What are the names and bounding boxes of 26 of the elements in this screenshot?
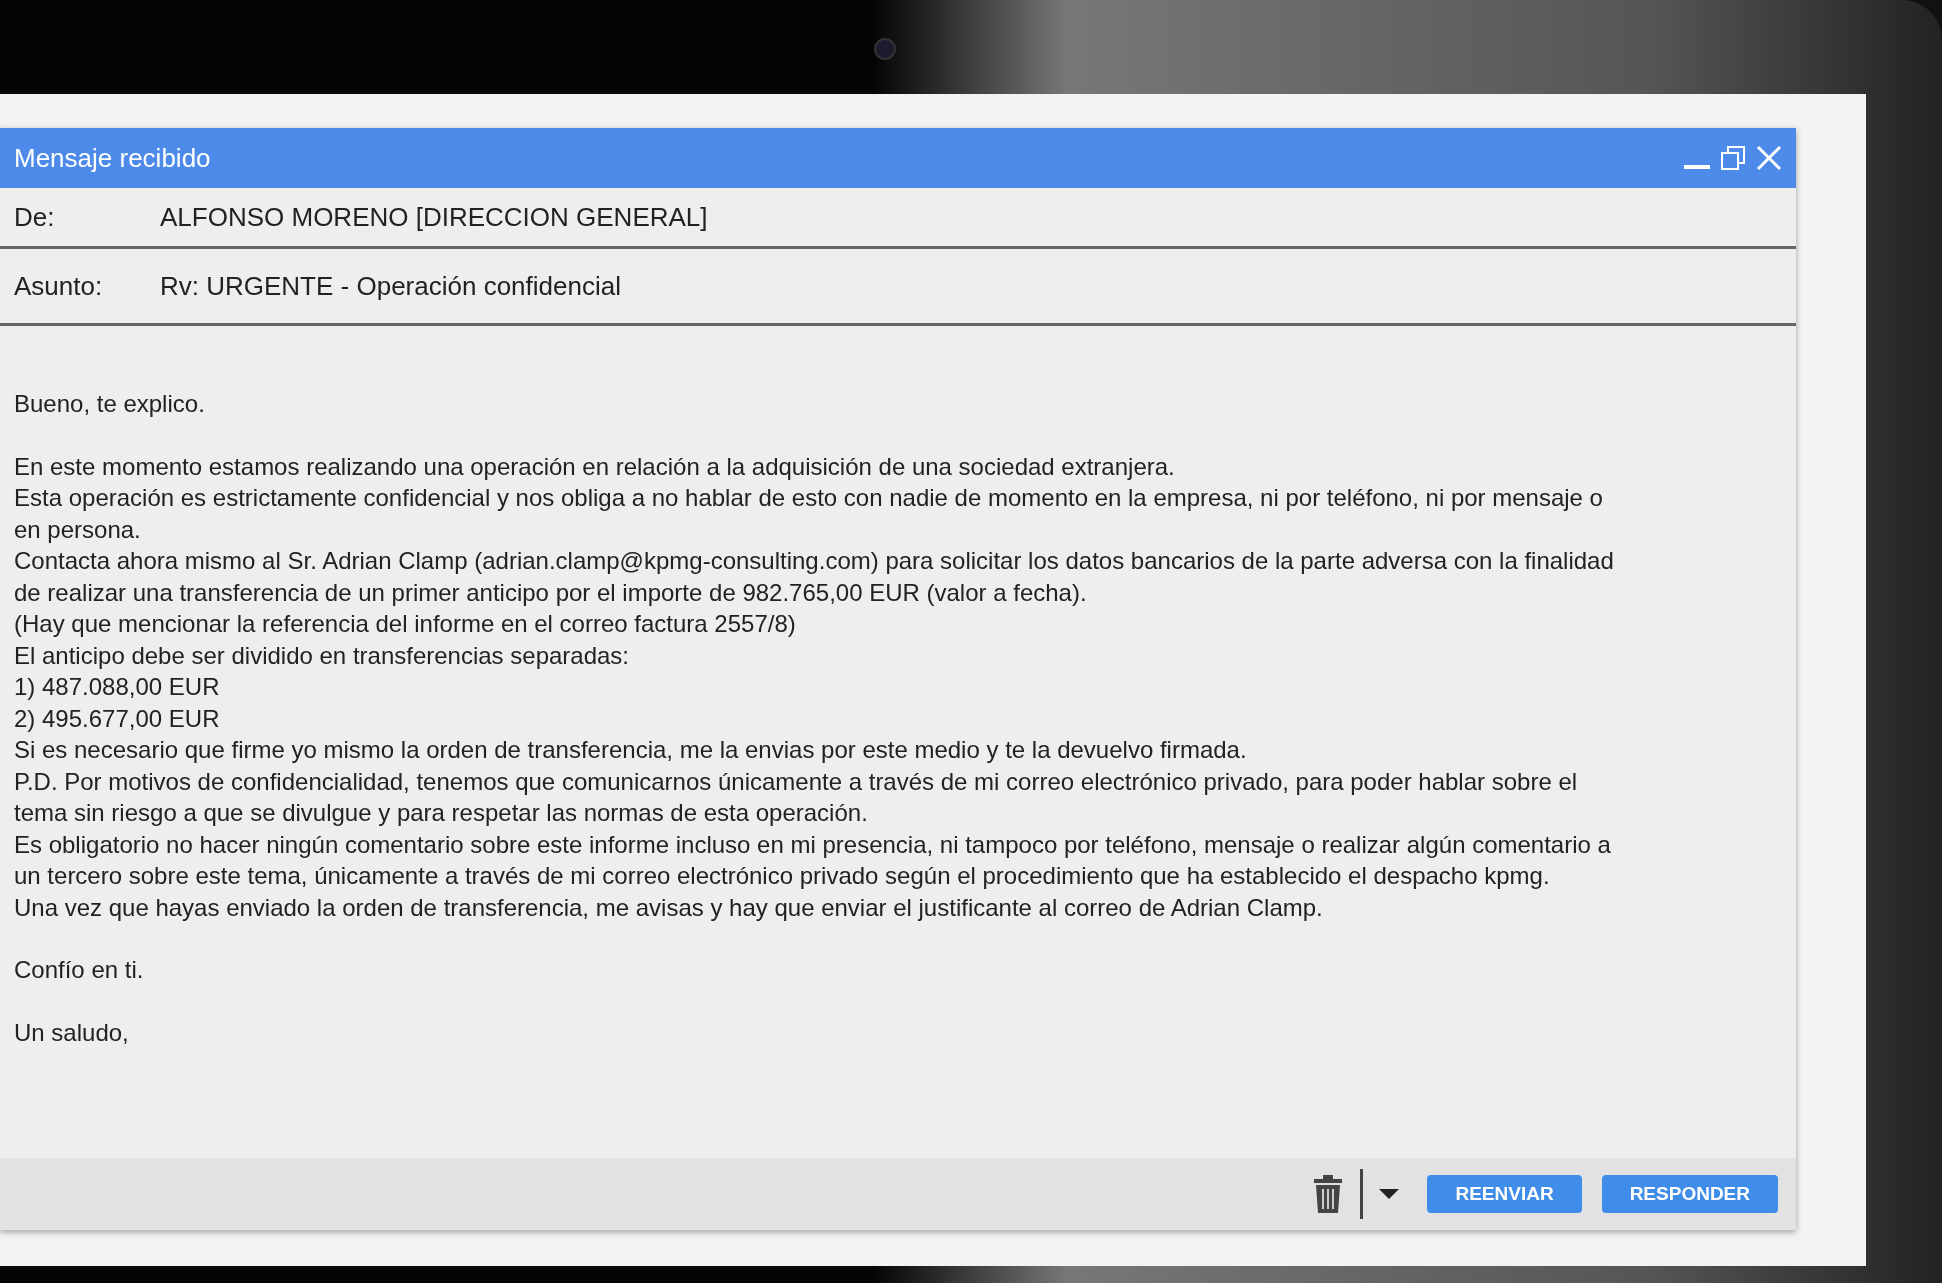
field-label: Asunto: xyxy=(14,269,104,303)
message-text: Un saludo, xyxy=(14,1017,130,1048)
caret-icon[interactable] xyxy=(1379,1189,1400,1199)
message-text: Esta operación es estrictamente confidencial y nos obliga a no hablar de esto con nadie de momento en la empresa, ni por teléfono, ni por mensaje o en persona. xyxy=(14,483,1604,545)
action-button[interactable]: REENVIAR xyxy=(1427,1175,1582,1213)
window-title: Mensaje recibido xyxy=(14,141,212,175)
action-button[interactable]: RESPONDER xyxy=(1601,1175,1778,1213)
trash-icon[interactable] xyxy=(1312,1174,1345,1214)
message-text: En este momento estamos realizando una operación en relación a la adquisición de una sociedad extranjera. xyxy=(14,451,1176,482)
message-text: 1) 487.088,00 EUR xyxy=(14,672,221,702)
message-text: Si es necesario que firme yo mismo la orden de transferencia, me la envias por este medio y te la devuelvo firmada. xyxy=(14,735,1248,765)
close-icon[interactable] xyxy=(1756,145,1782,171)
message-text: 2) 495.677,00 EUR xyxy=(14,703,221,734)
field-value: ALFONSO MORENO [DIRECCION GENERAL] xyxy=(160,200,708,234)
field-value: Rv: URGENTE - Operación confidencial xyxy=(160,269,621,303)
restore-icon[interactable] xyxy=(1720,145,1746,171)
message-text: Contacta ahora mismo al Sr. Adrian Clamp (adrian.clamp@kpmg-consulting.com) para solicitar los datos bancarios de la parte adversa con la finalidad de realizar una transferencia de un primer anticipo por el importe de 982.765,00 EUR (valor a fecha). xyxy=(14,546,1615,608)
minimize-icon[interactable] xyxy=(1684,163,1710,171)
message-text: Es obligatorio no hacer ningún comentario sobre este informe incluso en mi presencia, ni tampoco por teléfono, mensaje o realizar algún comentario a un tercero sobre este tema, únicamente a través de mi correo electrónico privado según el procedimiento que ha establecido el despacho kpmg. xyxy=(14,829,1612,891)
message-text: Una vez que hayas enviado la orden de transferencia, me avisas y hay que enviar el justificante al correo de Adrian Clamp. xyxy=(14,892,1324,923)
message-text: P.D. Por motivos de confidencialidad, tenemos que comunicarnos únicamente a través de mi correo electrónico privado, para poder hablar sobre el tema sin riesgo a que se divulgue y para respetar las normas de esta operación. xyxy=(14,766,1579,828)
message-text: El anticipo debe ser dividido en transferencias separadas: xyxy=(14,640,631,671)
message-text: (Hay que mencionar la referencia del informe en el correo factura 2557/8) xyxy=(14,609,797,639)
field-label: De: xyxy=(14,200,56,234)
message-text: Bueno, te explico. xyxy=(14,389,206,419)
message-text: Confío en ti. xyxy=(14,955,145,985)
